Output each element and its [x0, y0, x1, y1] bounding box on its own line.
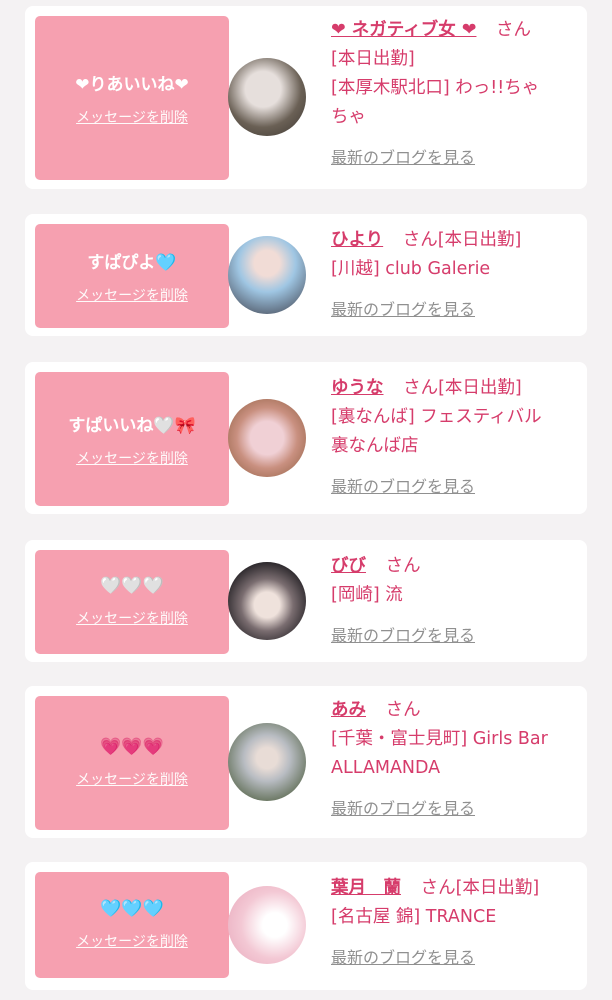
profile-info: ❤ ネガティブ女 ❤ さん [本日出勤] [本厚木駅北口] わっ!!ちゃ ちゃ …	[331, 16, 571, 168]
honorific: さん	[403, 378, 439, 398]
blog-link[interactable]: 最新のブログを見る	[331, 144, 475, 168]
blog-link[interactable]: 最新のブログを見る	[331, 296, 475, 320]
honorific: さん	[402, 230, 438, 250]
message-text: 🩵🩵🩵	[100, 899, 164, 919]
profile-info: びび さん [岡崎] 流 最新のブログを見る	[331, 552, 571, 646]
delete-message-link[interactable]: メッセージを削除	[76, 448, 188, 468]
delete-message-link[interactable]: メッセージを削除	[76, 931, 188, 951]
status-inline: [本日出勤]	[455, 878, 540, 898]
blog-link[interactable]: 最新のブログを見る	[331, 944, 475, 968]
favorite-card: 💗💗💗 メッセージを削除 あみ さん [千葉・富士見町] Girls Bar A…	[25, 686, 587, 838]
profile-info: あみ さん [千葉・富士見町] Girls Bar ALLAMANDA 最新のブ…	[331, 696, 571, 819]
shop-line: [千葉・富士見町] Girls Bar	[331, 729, 548, 749]
favorite-card: すぱいいね🤍🎀 メッセージを削除 ゆうな さん[本日出勤] [裏なんば] フェス…	[25, 362, 587, 514]
avatar[interactable]	[228, 399, 306, 477]
avatar[interactable]	[228, 562, 306, 640]
avatar[interactable]	[228, 723, 306, 801]
cast-name-link[interactable]: あみ	[331, 700, 366, 720]
cast-name-link[interactable]: ❤ ネガティブ女 ❤	[331, 20, 476, 40]
honorific: さん	[420, 878, 456, 898]
shop-line-cont: ちゃ	[331, 107, 366, 127]
favorite-card: ❤りあいいね❤ メッセージを削除 ❤ ネガティブ女 ❤ さん [本日出勤] [本…	[25, 6, 587, 189]
delete-message-link[interactable]: メッセージを削除	[76, 107, 188, 127]
message-text: ❤りあいいね❤	[75, 74, 189, 95]
shop-line-cont: 裏なんば店	[331, 436, 419, 456]
message-bubble: すぱいいね🤍🎀 メッセージを削除	[35, 372, 239, 506]
delete-message-link[interactable]: メッセージを削除	[76, 285, 188, 305]
status-inline: [本日出勤]	[437, 230, 522, 250]
profile-info: ゆうな さん[本日出勤] [裏なんば] フェスティバル 裏なんば店 最新のブログ…	[331, 374, 571, 497]
shop-line: [名古屋 錦] TRANCE	[331, 907, 497, 927]
delete-message-link[interactable]: メッセージを削除	[76, 769, 188, 789]
honorific: さん	[496, 20, 532, 40]
avatar[interactable]	[228, 236, 306, 314]
blog-link[interactable]: 最新のブログを見る	[331, 795, 475, 819]
message-text: 💗💗💗	[100, 737, 164, 757]
message-bubble: 🩵🩵🩵 メッセージを削除	[35, 872, 239, 978]
status-line: [本日出勤]	[331, 49, 415, 69]
shop-line-cont: ALLAMANDA	[331, 758, 441, 778]
favorite-card: 🩵🩵🩵 メッセージを削除 葉月 蘭 さん[本日出勤] [名古屋 錦] TRANC…	[25, 862, 587, 990]
cast-name-link[interactable]: ゆうな	[331, 378, 384, 398]
favorite-card: 🤍🤍🤍 メッセージを削除 びび さん [岡崎] 流 最新のブログを見る	[25, 540, 587, 662]
cast-name-link[interactable]: ひより	[331, 230, 383, 250]
cast-name-link[interactable]: びび	[331, 556, 366, 576]
shop-line: [裏なんば] フェスティバル	[331, 407, 542, 427]
message-text: すぱいいね🤍🎀	[68, 415, 196, 436]
shop-line: [川越] club Galerie	[331, 259, 491, 279]
avatar[interactable]	[228, 886, 306, 964]
status-inline: [本日出勤]	[438, 378, 522, 398]
blog-link[interactable]: 最新のブログを見る	[331, 473, 475, 497]
honorific: さん	[385, 700, 421, 720]
message-text: 🤍🤍🤍	[100, 576, 164, 596]
avatar[interactable]	[228, 58, 306, 136]
delete-message-link[interactable]: メッセージを削除	[76, 608, 188, 628]
blog-link[interactable]: 最新のブログを見る	[331, 622, 475, 646]
message-bubble: すぱぴよ🩵 メッセージを削除	[35, 224, 239, 328]
cast-name-link[interactable]: 葉月 蘭	[331, 878, 401, 898]
profile-info: ひより さん[本日出勤] [川越] club Galerie 最新のブログを見る	[331, 226, 571, 320]
message-bubble: 💗💗💗 メッセージを削除	[35, 696, 239, 830]
favorite-card: すぱぴよ🩵 メッセージを削除 ひより さん[本日出勤] [川越] club Ga…	[25, 214, 587, 336]
message-text: すぱぴよ🩵	[87, 252, 177, 273]
honorific: さん	[385, 556, 421, 576]
shop-line: [岡崎] 流	[331, 585, 403, 605]
profile-info: 葉月 蘭 さん[本日出勤] [名古屋 錦] TRANCE 最新のブログを見る	[331, 874, 571, 968]
message-bubble: 🤍🤍🤍 メッセージを削除	[35, 550, 239, 654]
shop-line: [本厚木駅北口] わっ!!ちゃ	[331, 78, 540, 98]
message-bubble: ❤りあいいね❤ メッセージを削除	[35, 16, 239, 180]
